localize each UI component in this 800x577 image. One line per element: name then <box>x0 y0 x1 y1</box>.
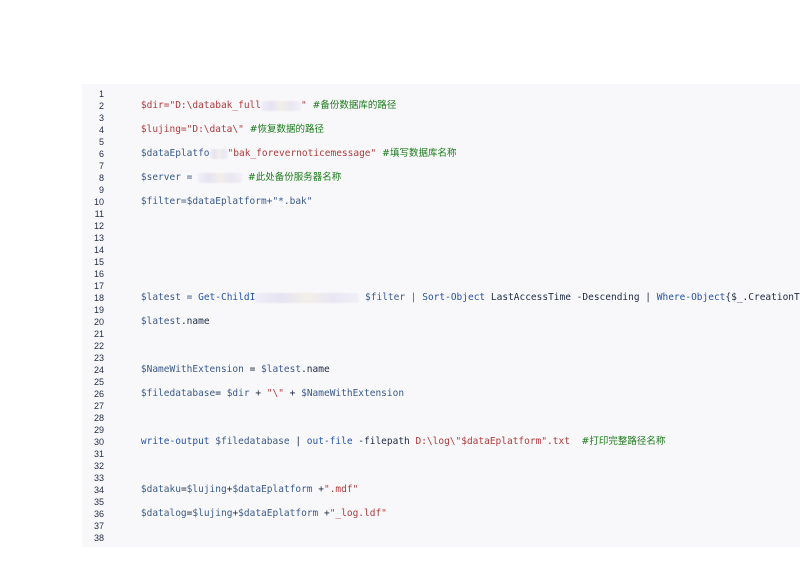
code-variable: $lujing <box>186 484 227 495</box>
code-text: "bak_forevernoticemessage" <box>227 148 377 159</box>
line-number: 13 <box>93 233 104 243</box>
code-text: .name <box>180 316 210 327</box>
code-variable: $latest <box>261 364 302 375</box>
code-text: + <box>312 484 324 495</box>
code-line-35[interactable]: $datalog=$lujing+$dataEplatform +"_log.l… <box>118 496 387 532</box>
code-string: "\" <box>266 388 284 399</box>
code-text: $dataEplatfo <box>140 148 210 159</box>
line-number: 12 <box>93 221 104 231</box>
code-variable: $dataku <box>140 484 181 495</box>
line-number: 20 <box>93 317 104 327</box>
line-number: 21 <box>93 329 104 339</box>
code-comment: #备份数据库的路径 <box>312 100 397 111</box>
code-text: {$_.CreationTime -lt (Get-Date).A <box>725 292 800 303</box>
line-number: 16 <box>93 269 104 279</box>
code-line-25[interactable]: $filedatabase= $dir + "\" + $NameWithExt… <box>118 376 404 412</box>
line-number: 25 <box>93 377 104 387</box>
code-line-29[interactable]: write-output $filedatabase | out-file -f… <box>118 424 665 460</box>
line-number-gutter: 1 2 3 4 5 6 7 8 9 10 11 12 13 14 15 16 17 18 19 20 21 22 23 24 2… <box>82 84 104 547</box>
line-number: 9 <box>98 185 104 195</box>
code-text: = <box>243 364 262 375</box>
line-number: 2 <box>98 101 104 111</box>
line-number: 28 <box>93 413 104 423</box>
code-line-17[interactable]: $latest = Get-ChildI $filter | Sort-Obje… <box>118 280 800 316</box>
code-text: $lujing="D:\data\" <box>140 124 244 135</box>
line-number: 26 <box>93 389 104 399</box>
code-text: $latest = <box>140 292 199 303</box>
line-number: 22 <box>93 341 104 351</box>
code-variable: $latest <box>140 316 181 327</box>
code-comment: #恢复数据的路径 <box>249 124 325 135</box>
line-number: 38 <box>93 533 104 543</box>
code-keyword: out-file <box>306 436 353 447</box>
code-text: $server = <box>140 172 199 183</box>
code-text: + <box>283 388 302 399</box>
code-text: .name <box>301 364 330 375</box>
code-line-9[interactable]: $filter=$dataEplatform+"*.bak" <box>118 184 313 220</box>
line-number: 18 <box>93 293 104 303</box>
line-number: 24 <box>93 365 104 375</box>
code-comment: #打印完整路径名称 <box>581 436 666 447</box>
line-number: 17 <box>93 281 104 291</box>
redacted-text <box>209 148 228 159</box>
line-number: 19 <box>93 305 104 315</box>
line-number: 36 <box>93 509 104 519</box>
code-variable: $filedatabase <box>140 388 216 399</box>
line-number: 10 <box>93 197 104 207</box>
line-number: 1 <box>98 89 104 99</box>
code-variable: $filedatabase <box>215 436 290 447</box>
code-variable: $dataEplatform <box>238 508 319 519</box>
code-line-19[interactable]: $latest.name <box>118 304 210 340</box>
line-number: 33 <box>93 473 104 483</box>
line-number: 5 <box>98 137 104 147</box>
line-number: 29 <box>93 425 104 435</box>
line-number: 31 <box>93 449 104 459</box>
code-text: LastAccessTime -Descending | <box>485 292 657 303</box>
line-number: 35 <box>93 497 104 507</box>
code-keyword: Where-Object <box>656 292 726 303</box>
code-variable: $dir <box>226 388 250 399</box>
line-number: 23 <box>93 353 104 363</box>
redacted-text <box>198 172 243 183</box>
line-number: 27 <box>93 401 104 411</box>
code-comment: #此处备份服务器名称 <box>247 172 342 183</box>
code-text: + <box>318 508 330 519</box>
code-text: " <box>301 100 307 111</box>
line-number: 7 <box>98 161 104 171</box>
redacted-text <box>255 292 360 303</box>
code-text: -filepath <box>352 436 416 447</box>
code-variable: $dataEplatform <box>232 484 313 495</box>
line-number: 11 <box>94 209 104 219</box>
code-variable: $lujing <box>192 508 233 519</box>
code-string: D:\log\"$dataEplatform".txt <box>415 436 570 447</box>
line-number: 6 <box>98 149 104 159</box>
code-text: + <box>249 388 267 399</box>
code-string: "_log.ldf" <box>329 508 387 519</box>
line-number: 30 <box>93 437 104 447</box>
code-variable: $datalog <box>140 508 187 519</box>
line-number: 8 <box>98 173 104 183</box>
line-number: 37 <box>93 521 104 531</box>
line-number: 14 <box>93 245 104 255</box>
line-number: 3 <box>98 113 104 123</box>
code-text: $dir="D:\databak_full <box>140 100 261 111</box>
code-variable: $NameWithExtension <box>301 388 405 399</box>
line-number: 15 <box>93 257 104 267</box>
code-text: $filter=$dataEplatform+"*.bak" <box>140 196 313 207</box>
code-text: = <box>215 388 227 399</box>
code-string: ".mdf" <box>323 484 359 495</box>
code-keyword: Sort-Object <box>422 292 486 303</box>
line-number: 32 <box>93 461 104 471</box>
code-keyword: write-output <box>140 436 210 447</box>
code-comment: #填写数据库名称 <box>381 148 457 159</box>
line-number: 34 <box>93 485 104 495</box>
code-keyword: Get-ChildI <box>198 292 256 303</box>
code-text: $filter | <box>365 292 423 303</box>
code-variable: $NameWithExtension <box>140 364 244 375</box>
code-editor[interactable]: 1 2 3 4 5 6 7 8 9 10 11 12 13 14 15 16 17 18 19 20 21 22 23 24 2… <box>82 84 800 547</box>
line-number: 4 <box>98 125 104 135</box>
code-text: | <box>289 436 307 447</box>
redacted-text <box>261 100 301 111</box>
